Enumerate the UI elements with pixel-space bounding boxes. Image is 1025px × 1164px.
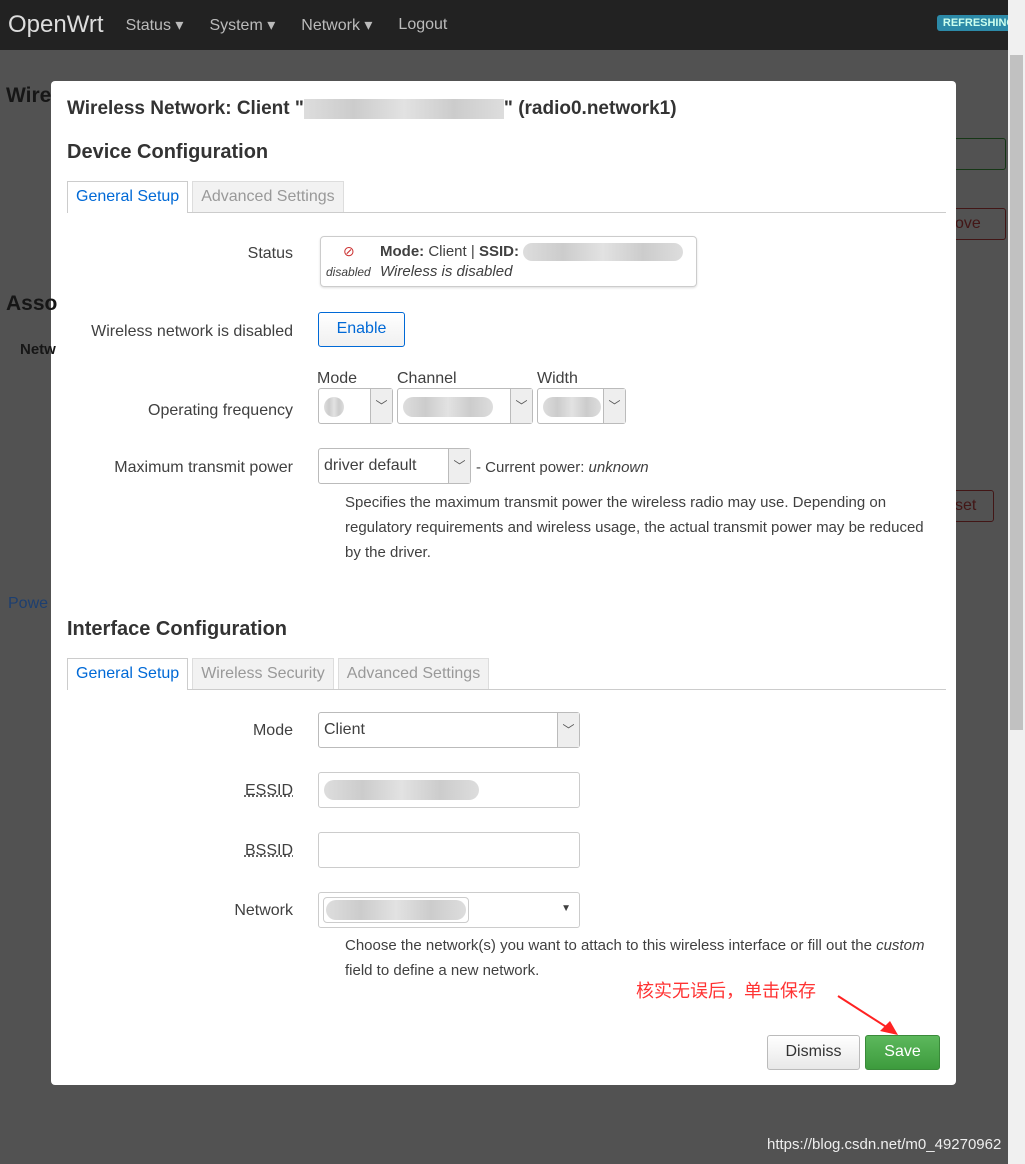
current-power-value: unknown [588, 459, 649, 476]
dropdown-triangle-icon: ▼ [561, 903, 571, 914]
txpower-value: driver default [324, 457, 417, 474]
mode-value: Client | [428, 243, 475, 260]
status-box: ⊘ disabled Mode: Client | SSID: Wireless… [320, 236, 697, 287]
title-prefix: Wireless Network: Client " [67, 98, 304, 119]
mode-label: Mode [252, 722, 293, 739]
txpower-label: Maximum transmit power [114, 459, 293, 476]
interface-tabs: General Setup Wireless Security Advanced… [67, 658, 946, 690]
wifi-disabled-icon: ⊘ [343, 243, 355, 259]
scrollbar-thumb[interactable] [1010, 55, 1023, 730]
freq-label: Operating frequency [148, 402, 293, 419]
device-tabs: General Setup Advanced Settings [67, 181, 946, 213]
annotation-arrow-icon [837, 995, 898, 1035]
network-dropdown[interactable]: ▼ [318, 892, 580, 928]
chevron-down-icon: ﹀ [557, 713, 579, 747]
modal-title: Wireless Network: Client " " (radio0.netw… [67, 98, 677, 120]
bg-powered: Powe [8, 595, 49, 612]
freq-width-label: Width [537, 370, 578, 387]
bssid-input[interactable] [318, 832, 580, 868]
save-button[interactable]: Save [865, 1035, 940, 1070]
tab-device-advanced[interactable]: Advanced Settings [192, 181, 344, 212]
txpower-select[interactable]: driver default ﹀ [318, 448, 471, 484]
top-navbar: OpenWrt Status ▾ System ▾ Network ▾ Logo… [0, 0, 1025, 50]
freq-mode-label: Mode [317, 370, 358, 387]
nav-system[interactable]: System ▾ [209, 15, 275, 35]
nav-status[interactable]: Status ▾ [126, 15, 184, 35]
tab-iface-security[interactable]: Wireless Security [192, 658, 334, 689]
redacted-ssid [523, 243, 684, 262]
chevron-down-icon: ﹀ [448, 449, 470, 483]
mode-select[interactable]: Client ﹀ [318, 712, 580, 748]
network-help: Choose the network(s) you want to attach… [345, 933, 935, 983]
bssid-label: BSSID [245, 842, 293, 860]
freq-channel-label: Channel [397, 370, 457, 387]
width-select[interactable]: ﹀ [537, 388, 626, 424]
interface-config-heading: Interface Configuration [67, 618, 288, 640]
mode-key: Mode: [380, 243, 425, 260]
freq-mode-select[interactable]: ﹀ [318, 388, 393, 424]
channel-select[interactable]: ﹀ [397, 388, 533, 424]
chevron-down-icon: ﹀ [510, 389, 532, 423]
scrollbar[interactable] [1008, 0, 1025, 1164]
device-config-heading: Device Configuration [67, 141, 269, 163]
essid-input[interactable] [318, 772, 580, 808]
bg-column: Netw [20, 341, 56, 358]
ssid-key: SSID: [478, 243, 519, 260]
current-power: - Current power: unknown [476, 459, 649, 476]
essid-label-text: ESSID [244, 782, 293, 799]
tab-iface-advanced[interactable]: Advanced Settings [337, 658, 490, 689]
txpower-help: Specifies the maximum transmit power the… [345, 494, 924, 561]
bg-section-title: Asso [6, 292, 58, 315]
bssid-label-text: BSSID [244, 842, 293, 859]
watermark: https://blog.csdn.net/m0_49270962 [767, 1136, 1002, 1153]
enable-button[interactable]: Enable [318, 312, 405, 347]
mode-select-value: Client [324, 721, 365, 738]
nav-network[interactable]: Network ▾ [301, 15, 372, 35]
current-power-label: - Current power: [476, 459, 585, 476]
title-suffix: " (radio0.network1) [503, 98, 677, 119]
nav-logout[interactable]: Logout [398, 16, 447, 34]
wireless-network-modal: Wireless Network: Client " " (radio0.netw… [51, 81, 956, 1085]
status-message: Wireless is disabled [380, 263, 513, 280]
chevron-down-icon: ﹀ [603, 389, 625, 423]
network-help-text-end: field to define a new network. [345, 962, 540, 979]
status-label: Status [247, 245, 293, 262]
network-help-custom: custom [876, 937, 925, 954]
network-help-text: Choose the network(s) you want to attach… [345, 937, 877, 954]
redacted-ssid [303, 98, 504, 119]
tab-device-general[interactable]: General Setup [67, 181, 189, 213]
annotation-text: 核实无误后，单击保存 [636, 981, 816, 1001]
network-label: Network [234, 902, 293, 919]
tab-iface-general[interactable]: General Setup [67, 658, 189, 690]
status-icon-text: disabled [326, 265, 371, 279]
chevron-down-icon: ﹀ [370, 389, 392, 423]
essid-label: ESSID [245, 782, 293, 800]
bg-page-title: Wire [6, 84, 52, 107]
disabled-label: Wireless network is disabled [91, 323, 293, 340]
dismiss-button[interactable]: Dismiss [767, 1035, 860, 1070]
brand-logo[interactable]: OpenWrt [8, 11, 104, 39]
